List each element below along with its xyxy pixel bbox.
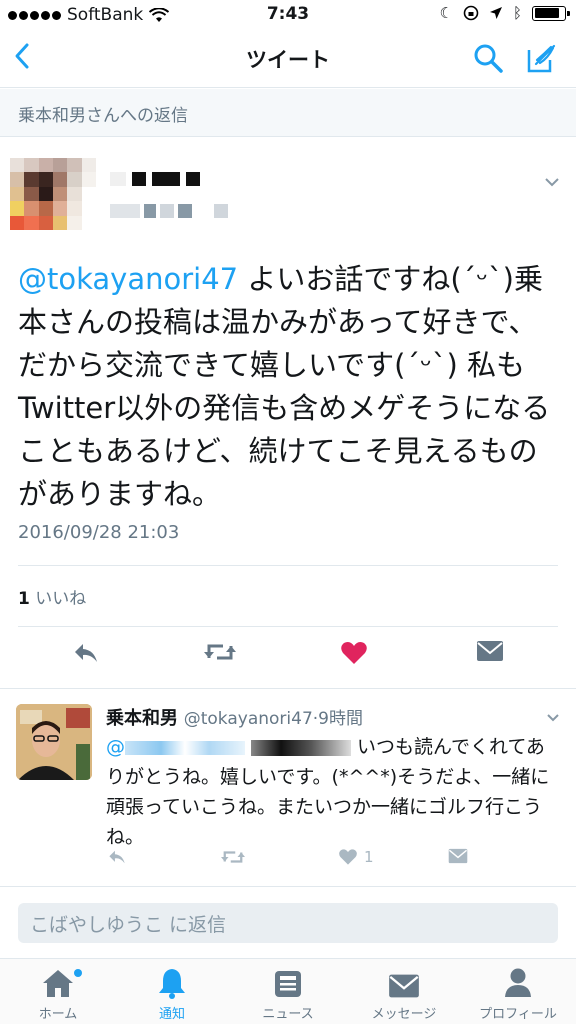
reply-retweet-button[interactable]: [220, 848, 246, 866]
direct-message-button[interactable]: [476, 640, 504, 666]
user-handle-redacted: [110, 204, 228, 218]
user-name-redacted: [110, 172, 200, 186]
reply-context[interactable]: 乗本和男さんへの返信: [0, 89, 576, 137]
tweet-menu-button[interactable]: [544, 168, 560, 192]
tweet-body: よいお話ですね(´ᵕ`)乗本さんの投稿は温かみがあって好きで、だから交流できて嬉…: [18, 262, 551, 511]
reply-icon: [75, 644, 97, 662]
tab-label: ニュース: [262, 1007, 314, 1022]
reply-menu-button[interactable]: [546, 706, 560, 727]
divider: [0, 688, 576, 689]
reply-button[interactable]: [72, 640, 100, 670]
reply-like-count: 1: [364, 848, 374, 866]
redacted-mention: [125, 740, 245, 755]
tweet-header: [0, 138, 576, 238]
reply-reply-button[interactable]: [106, 848, 128, 866]
reply-input[interactable]: こばやしゆうこ に返信: [18, 903, 558, 943]
reply-author-handle[interactable]: @tokayanori47: [184, 709, 313, 729]
divider: [18, 565, 558, 566]
like-count: 1: [18, 589, 30, 609]
envelope-icon: [354, 963, 454, 999]
reply-time: 9時間: [318, 709, 363, 729]
bluetooth-icon: ᛒ: [512, 4, 522, 22]
envelope-icon: [448, 848, 468, 864]
retweet-icon: [221, 851, 245, 863]
compose-button[interactable]: [526, 42, 558, 78]
tweet-text: @tokayanori47 よいお話ですね(´ᵕ`)乗本さんの投稿は温かみがあっ…: [18, 258, 558, 516]
home-icon: [8, 963, 108, 999]
search-icon: [474, 44, 503, 73]
compose-icon: [527, 44, 556, 73]
news-icon: [238, 963, 338, 999]
person-icon: [468, 963, 568, 999]
tab-label: 通知: [158, 1007, 185, 1022]
search-button[interactable]: [472, 42, 504, 78]
retweet-button[interactable]: [203, 640, 237, 668]
tab-home[interactable]: ホーム: [8, 963, 108, 1022]
reply-text: @ いつも読んでくれてありがとうね。嬉しいです。(*^^*)そうだよ、一緒に頑張っ…: [106, 732, 562, 852]
likes-count-row[interactable]: 1 いいね: [18, 584, 86, 609]
tab-label: ホーム: [38, 1007, 78, 1022]
tweet-actions: [0, 640, 576, 680]
location-icon: [489, 7, 502, 19]
divider: [18, 626, 558, 627]
tab-profile[interactable]: プロフィール: [468, 963, 568, 1022]
avatar-photo: [16, 704, 92, 780]
envelope-icon: [477, 641, 503, 661]
reply-actions: 1: [106, 848, 556, 872]
bell-icon: [122, 963, 222, 999]
status-bar: SoftBank 7:43 ☾ ᛒ: [0, 0, 576, 30]
moon-icon: ☾: [439, 4, 453, 22]
tab-news[interactable]: ニュース: [238, 963, 338, 1022]
heart-icon: [339, 849, 357, 865]
tab-label: プロフィール: [479, 1007, 557, 1022]
tab-label: メッセージ: [371, 1007, 437, 1022]
avatar[interactable]: [16, 704, 92, 780]
like-count-label: いいね: [35, 589, 87, 609]
redacted-name: [251, 739, 351, 756]
avatar[interactable]: [10, 158, 96, 230]
battery-icon: [532, 5, 570, 21]
reply-icon: [109, 850, 125, 864]
tweet-timestamp: 2016/09/28 21:03: [18, 522, 180, 543]
tab-notifications[interactable]: 通知: [122, 963, 222, 1022]
battery-fill: [534, 8, 560, 18]
nav-bar: ツイート: [0, 30, 576, 88]
home-unread-dot: [74, 969, 82, 977]
reply-author-name[interactable]: 乗本和男: [106, 708, 178, 729]
tab-bar: ホーム 通知 ニュース メッセージ プロフィール: [0, 958, 576, 1024]
heart-icon: [341, 642, 367, 664]
rotation-lock-icon: [463, 5, 479, 21]
reply-mention-link[interactable]: @: [106, 736, 125, 758]
tweet-mention-link[interactable]: @tokayanori47: [18, 262, 238, 296]
like-button[interactable]: [340, 640, 368, 670]
status-right: ☾ ᛒ: [439, 4, 570, 22]
reply-dm-button[interactable]: [448, 848, 468, 864]
reply-composer: こばやしゆうこ に返信: [0, 886, 576, 958]
reply-header: 乗本和男 @tokayanori47·9時間: [106, 704, 363, 730]
retweet-icon: [204, 644, 236, 660]
chevron-down-icon: [545, 178, 559, 187]
tab-messages[interactable]: メッセージ: [354, 963, 454, 1022]
chevron-down-icon: [547, 714, 559, 722]
reply-tweet[interactable]: 乗本和男 @tokayanori47·9時間 @ いつも読んでくれてありがとうね。…: [0, 690, 576, 886]
reply-like-button[interactable]: 1: [338, 848, 374, 866]
